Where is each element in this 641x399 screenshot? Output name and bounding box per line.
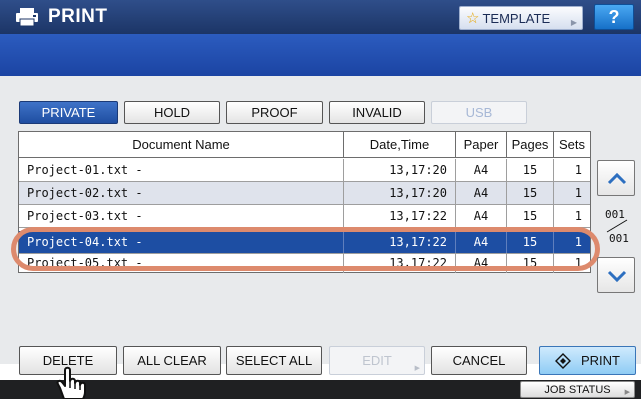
cell-date-time: 13,17:20: [344, 159, 456, 181]
column-header-sets: Sets: [558, 137, 585, 152]
tab-hold[interactable]: HOLD: [124, 101, 220, 124]
scroll-down-icon: [607, 270, 627, 283]
edit-button[interactable]: EDIT ▶: [329, 346, 425, 375]
table-row[interactable]: Project-05.txt - 13,17:22 A4 15 1: [19, 254, 590, 273]
column-header-date-time: Date,Time: [344, 132, 456, 158]
star-icon: ☆: [466, 10, 480, 27]
table-row[interactable]: Project-03.txt - 13,17:22 A4 15 1: [19, 205, 590, 228]
printer-icon: [16, 8, 38, 27]
cell-sets: 1: [574, 256, 582, 270]
cell-date-time: 13,17:22: [344, 205, 456, 227]
print-label: PRINT: [581, 353, 620, 368]
cell-pages: 15: [507, 182, 554, 204]
page-separator: [606, 219, 628, 233]
print-diamond-icon: [555, 352, 571, 369]
help-button[interactable]: ?: [594, 4, 634, 30]
print-screen: PRINT ☆ TEMPLATE ▶ ? PRIVATE HOLD PROOF …: [0, 0, 641, 399]
cell-date-time: 13,17:22: [344, 231, 456, 253]
select-all-button[interactable]: SELECT ALL: [226, 346, 322, 375]
cancel-button[interactable]: CANCEL: [431, 346, 527, 375]
cell-paper: A4: [456, 254, 507, 273]
corner-arrow-icon: ▶: [624, 389, 630, 396]
job-status-button[interactable]: JOB STATUS ▶: [520, 381, 635, 398]
pointing-hand-icon: [56, 366, 86, 399]
table-row-selected[interactable]: Project-04.txt - 13,17:22 A4 15 1: [19, 231, 590, 254]
template-label: TEMPLATE: [482, 10, 551, 26]
message-area: [0, 34, 641, 76]
tab-invalid[interactable]: INVALID: [329, 101, 425, 124]
table-row[interactable]: Project-02.txt - 13,17:20 A4 15 1: [19, 182, 590, 205]
cell-sets: 1: [574, 209, 582, 223]
cell-document-name: Project-01.txt -: [19, 159, 344, 181]
cell-pages: 15: [507, 231, 554, 253]
cell-paper: A4: [456, 205, 507, 227]
cell-document-name: Project-05.txt -: [19, 254, 344, 273]
column-header-document-name: Document Name: [19, 132, 344, 158]
cell-pages: 15: [507, 159, 554, 181]
tab-proof[interactable]: PROOF: [226, 101, 323, 124]
scroll-up-icon: [607, 172, 627, 185]
corner-arrow-icon: ▶: [570, 18, 577, 27]
cell-sets: 1: [574, 235, 582, 249]
corner-arrow-icon: ▶: [414, 365, 420, 372]
tab-usb[interactable]: USB: [431, 101, 527, 124]
cell-document-name: Project-02.txt -: [19, 182, 344, 204]
page-total: 001: [609, 232, 629, 245]
cell-date-time: 13,17:22: [344, 254, 456, 273]
cell-pages: 15: [507, 205, 554, 227]
cell-date-time: 13,17:20: [344, 182, 456, 204]
document-table: Document Name Date,Time Paper Pages Sets…: [18, 131, 591, 273]
table-header: Document Name Date,Time Paper Pages Sets: [19, 132, 590, 158]
scroll-up-button[interactable]: [597, 160, 635, 196]
template-button[interactable]: ☆ TEMPLATE ▶: [459, 6, 583, 30]
title-bar: PRINT ☆ TEMPLATE ▶ ?: [0, 0, 641, 34]
job-status-label: JOB STATUS: [544, 383, 611, 396]
cell-document-name: Project-03.txt -: [19, 205, 344, 227]
cell-document-name: Project-04.txt -: [19, 231, 344, 253]
column-header-pages: Pages: [507, 132, 554, 158]
cell-sets: 1: [574, 186, 582, 200]
cell-pages: 15: [507, 254, 554, 273]
table-row[interactable]: Project-01.txt - 13,17:20 A4 15 1: [19, 159, 590, 182]
cell-paper: A4: [456, 159, 507, 181]
cell-paper: A4: [456, 231, 507, 253]
print-button[interactable]: PRINT: [539, 346, 636, 375]
scroll-down-button[interactable]: [597, 257, 635, 293]
tab-private[interactable]: PRIVATE: [19, 101, 118, 124]
column-header-paper: Paper: [456, 132, 507, 158]
edit-label: EDIT: [362, 353, 392, 368]
cell-paper: A4: [456, 182, 507, 204]
cell-sets: 1: [574, 163, 582, 177]
all-clear-button[interactable]: ALL CLEAR: [123, 346, 221, 375]
page-title: PRINT: [48, 6, 108, 27]
